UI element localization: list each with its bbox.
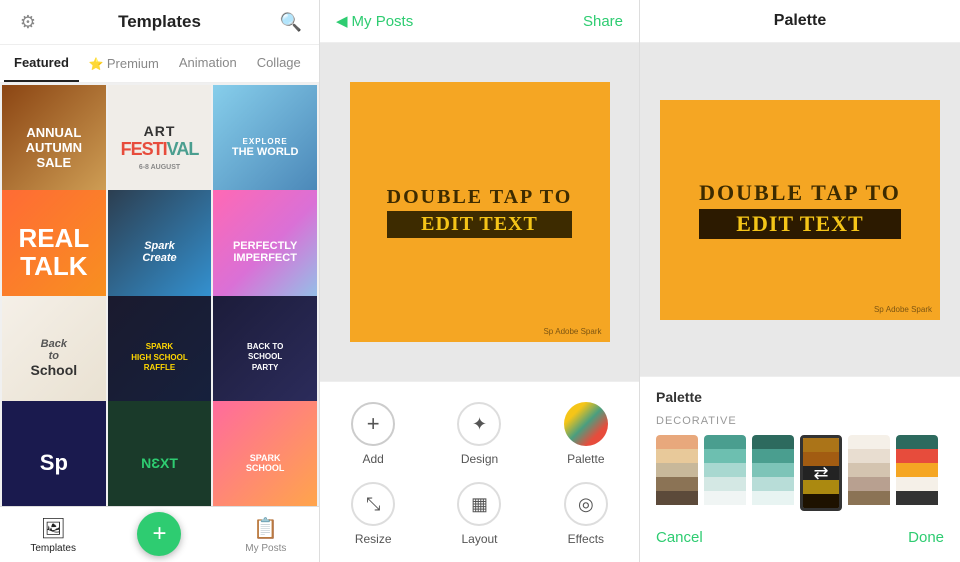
left-header: ⚙ Templates 🔍 xyxy=(0,0,319,45)
swatch-1[interactable] xyxy=(656,435,698,511)
tab-collage[interactable]: Collage xyxy=(247,45,311,82)
nav-templates[interactable]: 🖼 Templates xyxy=(0,516,106,554)
template-12[interactable]: SPARKSCHOOL xyxy=(213,401,317,506)
shuffle-selected-icon: ⇄ xyxy=(813,463,828,484)
share-button[interactable]: Share xyxy=(583,13,623,30)
swatch-6[interactable] xyxy=(896,435,938,511)
adobe-spark-icon: Sp xyxy=(543,327,553,336)
swatch-3[interactable] xyxy=(752,435,794,511)
templates-grid: ANNUALAUTUMNSALE ART FESTIVAL 6-8 AUGUST… xyxy=(0,83,319,506)
tool-add-label: Add xyxy=(362,452,383,466)
add-icon: + xyxy=(351,402,395,446)
right-canvas-text: DOUBLE TAP TO EDIT TEXT xyxy=(699,180,901,239)
right-canvas-area: DOUBLE TAP TO EDIT TEXT Sp Adobe Spark xyxy=(640,43,960,376)
fab-button[interactable]: + xyxy=(137,512,181,556)
palette-panel: Palette DECORATIVE xyxy=(640,376,960,562)
swatch-5[interactable] xyxy=(848,435,890,511)
palette-actions: Cancel Done xyxy=(656,525,944,546)
back-button[interactable]: ◀ My Posts xyxy=(336,12,413,30)
middle-panel: ◀ My Posts Share DOUBLE TAP TO EDIT TEXT… xyxy=(320,0,640,562)
tab-animation[interactable]: Animation xyxy=(169,45,247,82)
right-adobe-spark-badge: Sp Adobe Spark xyxy=(874,305,932,314)
effects-icon: ◎ xyxy=(564,482,608,526)
canvas-line2: EDIT TEXT xyxy=(387,211,573,238)
nav-my-posts[interactable]: 📋 My Posts xyxy=(213,516,319,554)
canvas-area: DOUBLE TAP TO EDIT TEXT Sp Adobe Spark xyxy=(320,43,639,381)
bottom-nav: 🖼 Templates + 📋 My Posts xyxy=(0,506,319,562)
tool-palette[interactable]: Palette xyxy=(533,394,639,474)
swatch-4-selected[interactable]: ⇄ xyxy=(800,435,842,511)
canvas-box[interactable]: DOUBLE TAP TO EDIT TEXT Sp Adobe Spark xyxy=(350,82,610,342)
tools-row: + Add ✦ Design Palette ⤡ Resize ▦ Layout… xyxy=(320,381,639,562)
right-canvas-box[interactable]: DOUBLE TAP TO EDIT TEXT Sp Adobe Spark xyxy=(660,100,940,320)
nav-my-posts-label: My Posts xyxy=(245,543,286,554)
templates-nav-icon: 🖼 xyxy=(40,516,65,541)
tool-resize[interactable]: ⤡ Resize xyxy=(320,474,426,554)
tab-premium[interactable]: ⭐ Premium xyxy=(79,45,169,82)
tabs-row: Featured ⭐ Premium Animation Collage xyxy=(0,45,319,83)
nav-fab[interactable]: + xyxy=(106,512,212,558)
tool-effects-label: Effects xyxy=(568,532,604,546)
right-canvas-line2: EDIT TEXT xyxy=(699,209,901,239)
tool-design-label: Design xyxy=(461,452,498,466)
layout-icon: ▦ xyxy=(457,482,501,526)
tool-palette-label: Palette xyxy=(567,452,604,466)
decorative-label: DECORATIVE xyxy=(656,415,944,427)
tab-featured[interactable]: Featured xyxy=(4,45,79,82)
palette-icon xyxy=(564,402,608,446)
tool-add[interactable]: + Add xyxy=(320,394,426,474)
canvas-line1: DOUBLE TAP TO xyxy=(387,186,573,209)
middle-header: ◀ My Posts Share xyxy=(320,0,639,43)
palette-swatches: ⇄ xyxy=(656,435,944,511)
template-11[interactable]: NƐXT xyxy=(108,401,212,506)
canvas-text: DOUBLE TAP TO EDIT TEXT xyxy=(387,186,573,238)
resize-icon: ⤡ xyxy=(351,482,395,526)
tool-design[interactable]: ✦ Design xyxy=(426,394,532,474)
right-adobe-spark-icon: Sp xyxy=(874,305,884,314)
template-10[interactable]: Sp xyxy=(2,401,106,506)
right-canvas-line1: DOUBLE TAP TO xyxy=(699,180,901,206)
back-label: My Posts xyxy=(352,13,414,30)
gear-icon[interactable]: ⚙ xyxy=(16,10,40,34)
design-icon: ✦ xyxy=(457,402,501,446)
adobe-spark-badge: Sp Adobe Spark xyxy=(543,327,601,336)
done-button[interactable]: Done xyxy=(908,529,944,546)
tool-layout[interactable]: ▦ Layout xyxy=(426,474,532,554)
tool-layout-label: Layout xyxy=(461,532,497,546)
cancel-button[interactable]: Cancel xyxy=(656,529,703,546)
right-panel-header: Palette xyxy=(640,0,960,43)
nav-templates-label: Templates xyxy=(30,543,76,554)
search-icon[interactable]: 🔍 xyxy=(279,10,303,34)
my-posts-nav-icon: 📋 xyxy=(253,516,278,541)
tool-effects[interactable]: ◎ Effects xyxy=(533,474,639,554)
left-panel: ⚙ Templates 🔍 Featured ⭐ Premium Animati… xyxy=(0,0,320,562)
right-panel: Palette DOUBLE TAP TO EDIT TEXT Sp Adobe… xyxy=(640,0,960,562)
swatch-2[interactable] xyxy=(704,435,746,511)
left-panel-title: Templates xyxy=(40,12,279,32)
palette-panel-title: Palette xyxy=(656,389,944,405)
back-chevron-icon: ◀ xyxy=(336,12,348,30)
tool-resize-label: Resize xyxy=(355,532,392,546)
premium-star-icon: ⭐ xyxy=(89,57,104,71)
